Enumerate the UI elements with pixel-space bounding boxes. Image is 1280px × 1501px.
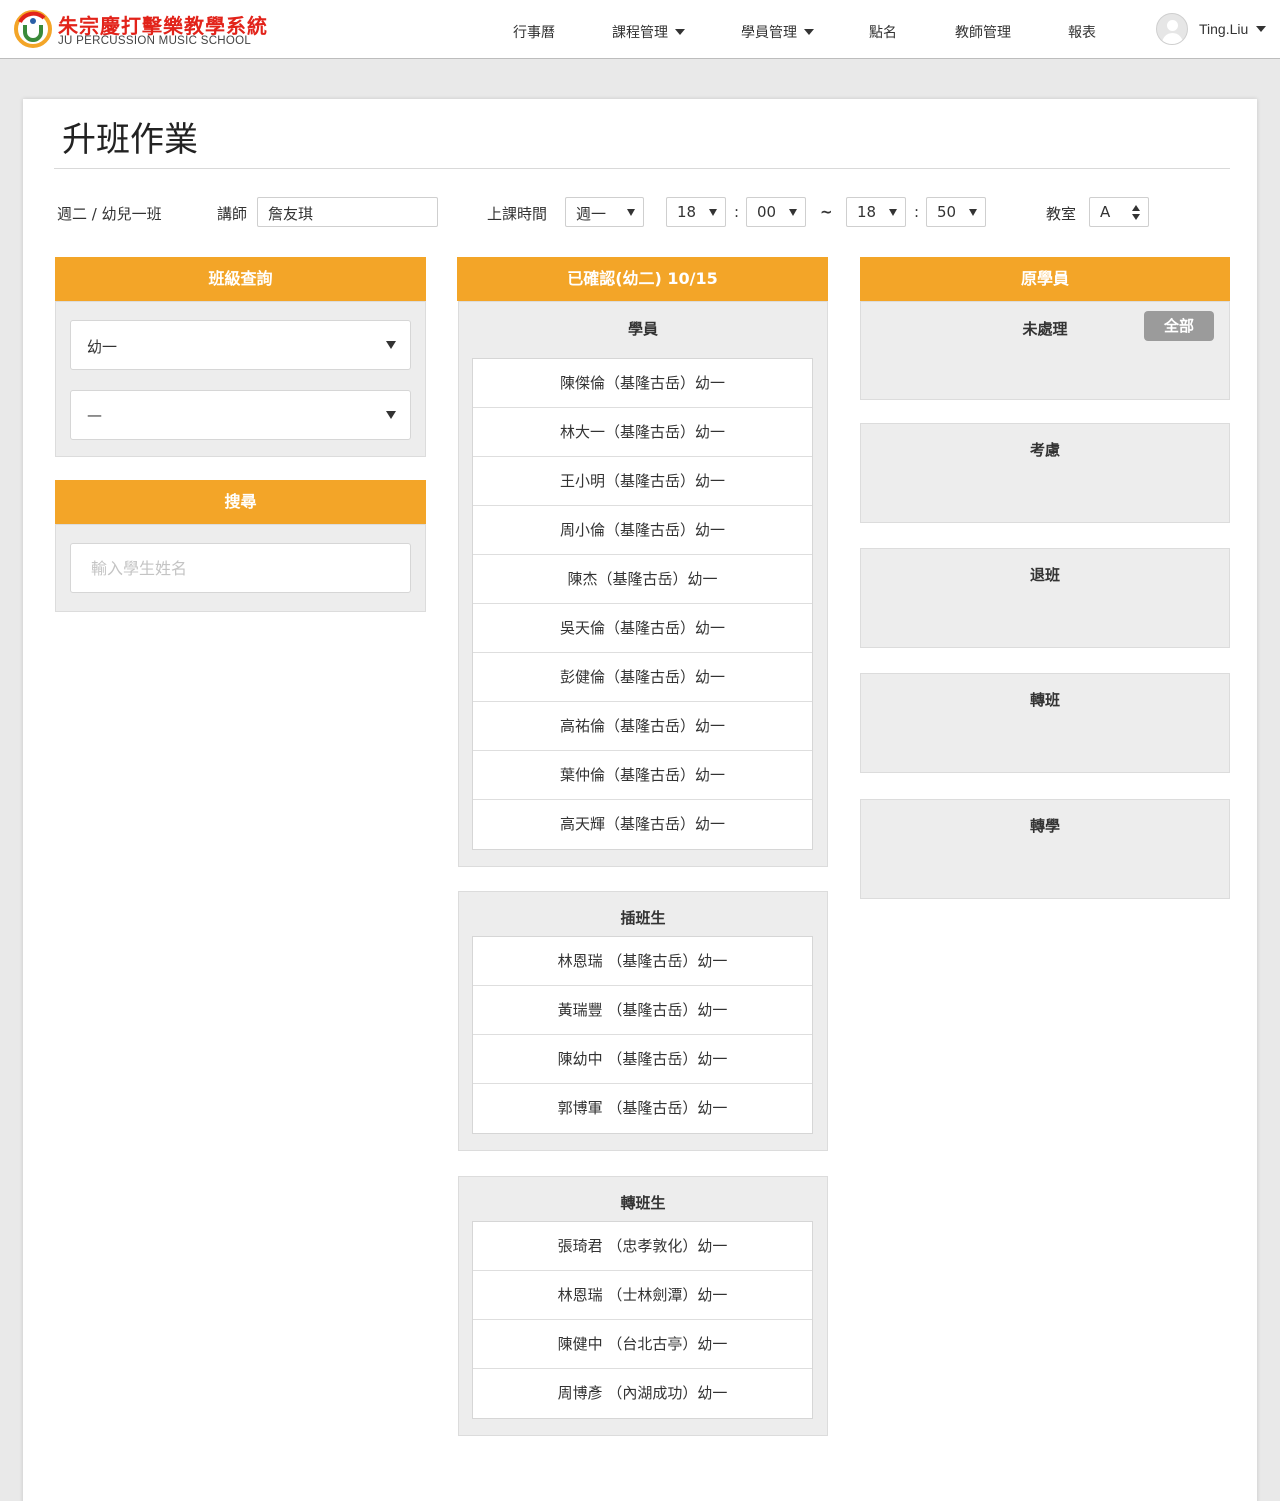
room-select[interactable]: A bbox=[1089, 197, 1149, 227]
teacher-field[interactable]: 詹友琪 bbox=[257, 197, 438, 227]
teacher-value: 詹友琪 bbox=[268, 205, 314, 223]
student-list-item[interactable]: 高天輝（基隆古岳）幼一 bbox=[473, 800, 812, 849]
caret-down-icon bbox=[709, 209, 717, 216]
nav-roll-call[interactable]: 點名 bbox=[869, 22, 897, 42]
start-hour-select[interactable]: 18 bbox=[666, 197, 726, 227]
user-name: Ting.Liu bbox=[1199, 21, 1249, 37]
consider-title: 考慮 bbox=[1029, 441, 1060, 459]
caret-down-icon bbox=[969, 209, 977, 216]
end-hour-select[interactable]: 18 bbox=[846, 197, 906, 227]
class-name: 週二 / 幼兒一班 bbox=[57, 205, 162, 223]
brand-name-en: JU PERCUSSION MUSIC SCHOOL bbox=[58, 35, 252, 47]
student-list-item[interactable]: 周小倫（基隆古岳）幼一 bbox=[473, 506, 812, 555]
student-list-item[interactable]: 黃瑞豐 （基隆古岳）幼一 bbox=[473, 986, 812, 1035]
class-sub-value: — bbox=[87, 406, 102, 424]
transfer-students-title: 轉班生 bbox=[620, 1194, 666, 1212]
title-divider bbox=[54, 168, 1230, 169]
students-list: 陳傑倫（基隆古岳）幼一 林大一（基隆古岳）幼一 王小明（基隆古岳）幼一 周小倫（基隆古… bbox=[472, 358, 813, 850]
class-sub-select[interactable]: — bbox=[70, 390, 411, 440]
nav-reports[interactable]: 報表 bbox=[1068, 22, 1096, 42]
student-list-item[interactable]: 周博彥 （內湖成功）幼一 bbox=[473, 1369, 812, 1418]
end-minute-select[interactable]: 50 bbox=[926, 197, 986, 227]
change-school-title: 轉學 bbox=[1029, 817, 1060, 835]
caret-down-icon bbox=[627, 209, 635, 216]
insert-students-list: 林恩瑞 （基隆古岳）幼一 黃瑞豐 （基隆古岳）幼一 陳幼中 （基隆古岳）幼一 郭博軍 … bbox=[472, 936, 813, 1134]
caret-down-icon bbox=[804, 29, 814, 35]
end-hour-value: 18 bbox=[857, 203, 877, 221]
student-list-item[interactable]: 陳幼中 （基隆古岳）幼一 bbox=[473, 1035, 812, 1084]
caret-down-icon bbox=[889, 209, 897, 216]
start-minute-value: 00 bbox=[757, 203, 777, 221]
caret-down-icon bbox=[386, 341, 396, 349]
room-label: 教室 bbox=[1046, 205, 1077, 223]
change-school-panel[interactable] bbox=[860, 799, 1230, 899]
select-all-button[interactable]: 全部 bbox=[1144, 311, 1214, 341]
original-students-header: 原學員 bbox=[860, 257, 1230, 301]
top-navbar: 朱宗慶打擊樂教學系統 JU PERCUSSION MUSIC SCHOOL 行事… bbox=[0, 0, 1280, 59]
start-hour-value: 18 bbox=[677, 203, 697, 221]
transfer-students-list: 張琦君 （忠孝敦化）幼一 林恩瑞 （士林劍潭）幼一 陳健中 （台北古亭）幼一 周博彥 … bbox=[472, 1221, 813, 1419]
nav-label: 報表 bbox=[1068, 25, 1096, 41]
student-list-item[interactable]: 高祐倫（基隆古岳）幼一 bbox=[473, 702, 812, 751]
confirmed-header: 已確認(幼二) 10/15 bbox=[457, 257, 828, 301]
student-list-item[interactable]: 林恩瑞 （基隆古岳）幼一 bbox=[473, 937, 812, 986]
student-list-item[interactable]: 彭健倫（基隆古岳）幼一 bbox=[473, 653, 812, 702]
weekday-select[interactable]: 週一 bbox=[565, 197, 644, 227]
nav-label: 學員管理 bbox=[741, 25, 797, 41]
student-list-item[interactable]: 葉仲倫（基隆古岳）幼一 bbox=[473, 751, 812, 800]
nav-label: 點名 bbox=[869, 25, 897, 41]
time-range-tilde: ~ bbox=[820, 203, 833, 221]
start-minute-select[interactable]: 00 bbox=[746, 197, 806, 227]
student-list-item[interactable]: 王小明（基隆古岳）幼一 bbox=[473, 457, 812, 506]
nav-teacher-management[interactable]: 教師管理 bbox=[955, 22, 1011, 42]
student-list-item[interactable]: 林大一（基隆古岳）幼一 bbox=[473, 408, 812, 457]
caret-down-icon bbox=[675, 29, 685, 35]
student-list-item[interactable]: 陳健中 （台北古亭）幼一 bbox=[473, 1320, 812, 1369]
student-list-item[interactable]: 林恩瑞 （士林劍潭）幼一 bbox=[473, 1271, 812, 1320]
class-level-select[interactable]: 幼一 bbox=[70, 320, 411, 370]
logo-mark-icon bbox=[14, 10, 52, 48]
nav-label: 教師管理 bbox=[955, 25, 1011, 41]
consider-panel[interactable] bbox=[860, 423, 1230, 523]
user-avatar-icon bbox=[1156, 13, 1188, 45]
search-header: 搜尋 bbox=[55, 480, 426, 524]
weekday-value: 週一 bbox=[576, 205, 607, 223]
change-class-title: 轉班 bbox=[1029, 691, 1060, 709]
caret-down-icon bbox=[789, 209, 797, 216]
change-class-panel[interactable] bbox=[860, 673, 1230, 773]
nav-label: 課程管理 bbox=[612, 25, 668, 41]
start-time-colon: : bbox=[734, 203, 740, 221]
student-search-input[interactable] bbox=[70, 543, 411, 593]
students-title: 學員 bbox=[627, 320, 658, 338]
end-minute-value: 50 bbox=[937, 203, 957, 221]
teacher-label: 講師 bbox=[217, 205, 248, 223]
page-title: 升班作業 bbox=[62, 120, 198, 160]
time-label: 上課時間 bbox=[487, 205, 548, 223]
insert-students-title: 插班生 bbox=[620, 909, 666, 927]
up-down-arrows-icon bbox=[1132, 204, 1140, 222]
nav-label: 行事曆 bbox=[513, 25, 555, 41]
student-list-item[interactable]: 陳杰（基隆古岳）幼一 bbox=[473, 555, 812, 604]
nav-course-management[interactable]: 課程管理 bbox=[612, 22, 685, 42]
class-query-header: 班級查詢 bbox=[55, 257, 426, 301]
room-value: A bbox=[1100, 203, 1111, 221]
end-time-colon: : bbox=[914, 203, 920, 221]
student-list-item[interactable]: 陳傑倫（基隆古岳）幼一 bbox=[473, 359, 812, 408]
withdraw-panel[interactable] bbox=[860, 548, 1230, 648]
nav-calendar[interactable]: 行事曆 bbox=[513, 22, 555, 42]
caret-down-icon bbox=[1256, 26, 1266, 32]
nav-student-management[interactable]: 學員管理 bbox=[741, 22, 814, 42]
student-list-item[interactable]: 郭博軍 （基隆古岳）幼一 bbox=[473, 1084, 812, 1133]
withdraw-title: 退班 bbox=[1029, 566, 1060, 584]
caret-down-icon bbox=[386, 411, 396, 419]
class-level-value: 幼一 bbox=[87, 338, 118, 356]
student-list-item[interactable]: 吳天倫（基隆古岳）幼一 bbox=[473, 604, 812, 653]
brand-logo[interactable]: 朱宗慶打擊樂教學系統 JU PERCUSSION MUSIC SCHOOL bbox=[12, 8, 312, 52]
student-list-item[interactable]: 張琦君 （忠孝敦化）幼一 bbox=[473, 1222, 812, 1271]
